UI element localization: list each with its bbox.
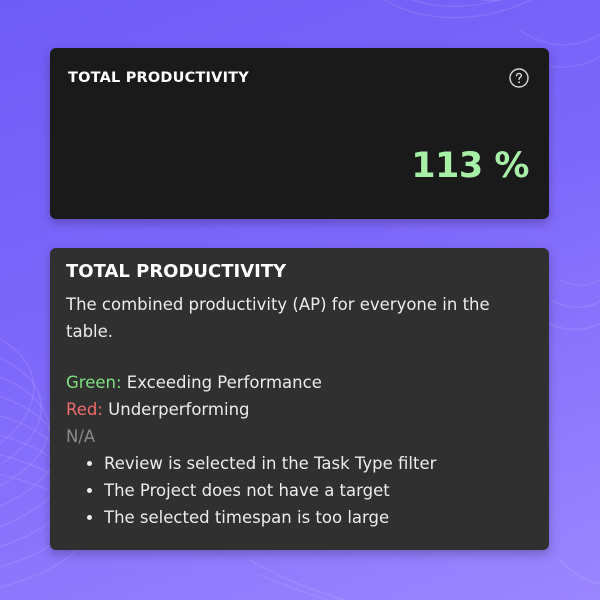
tooltip-description: The combined productivity (AP) for every… (66, 295, 490, 341)
card-title: TOTAL PRODUCTIVITY (68, 70, 249, 86)
legend-red-label: Red: (66, 400, 103, 419)
list-item: The selected timespan is too large (104, 504, 533, 531)
tooltip-title: TOTAL PRODUCTIVITY (66, 261, 287, 282)
legend-green-label: Green: (66, 373, 122, 392)
help-circle-icon[interactable] (509, 68, 529, 88)
productivity-tooltip: TOTAL PRODUCTIVITY The combined producti… (50, 248, 549, 550)
productivity-value: 113 % (411, 146, 529, 186)
legend-green: Green: Exceeding Performance (66, 369, 533, 396)
total-productivity-card: TOTAL PRODUCTIVITY 113 % (50, 48, 549, 219)
list-item: The Project does not have a target (104, 477, 533, 504)
list-item: Review is selected in the Task Type filt… (104, 450, 533, 477)
legend-green-text: Exceeding Performance (126, 373, 322, 392)
legend-red: Red: Underperforming (66, 396, 533, 423)
legend-red-text: Underperforming (108, 400, 250, 419)
na-reasons-list: Review is selected in the Task Type filt… (66, 450, 533, 531)
legend-na-label: N/A (66, 427, 96, 446)
